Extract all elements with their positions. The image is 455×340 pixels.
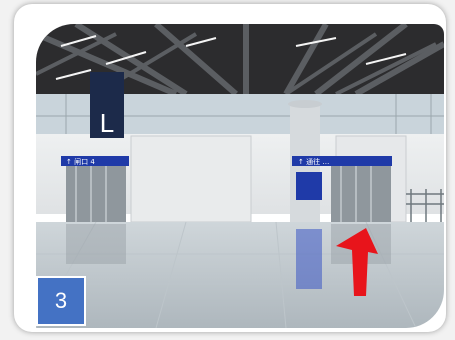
left-direction-sign-text: ↑ 闸口 4 [66,158,95,166]
airport-photo: L ↑ 闸口 4 ↑ 通往 … [36,24,444,328]
zone-sign-letter: L [100,108,114,138]
step-number: 3 [54,288,68,313]
step-number-badge: 3 [36,276,86,326]
column-sign [296,172,322,200]
right-direction-sign-text: ↑ 通往 … [298,157,329,166]
